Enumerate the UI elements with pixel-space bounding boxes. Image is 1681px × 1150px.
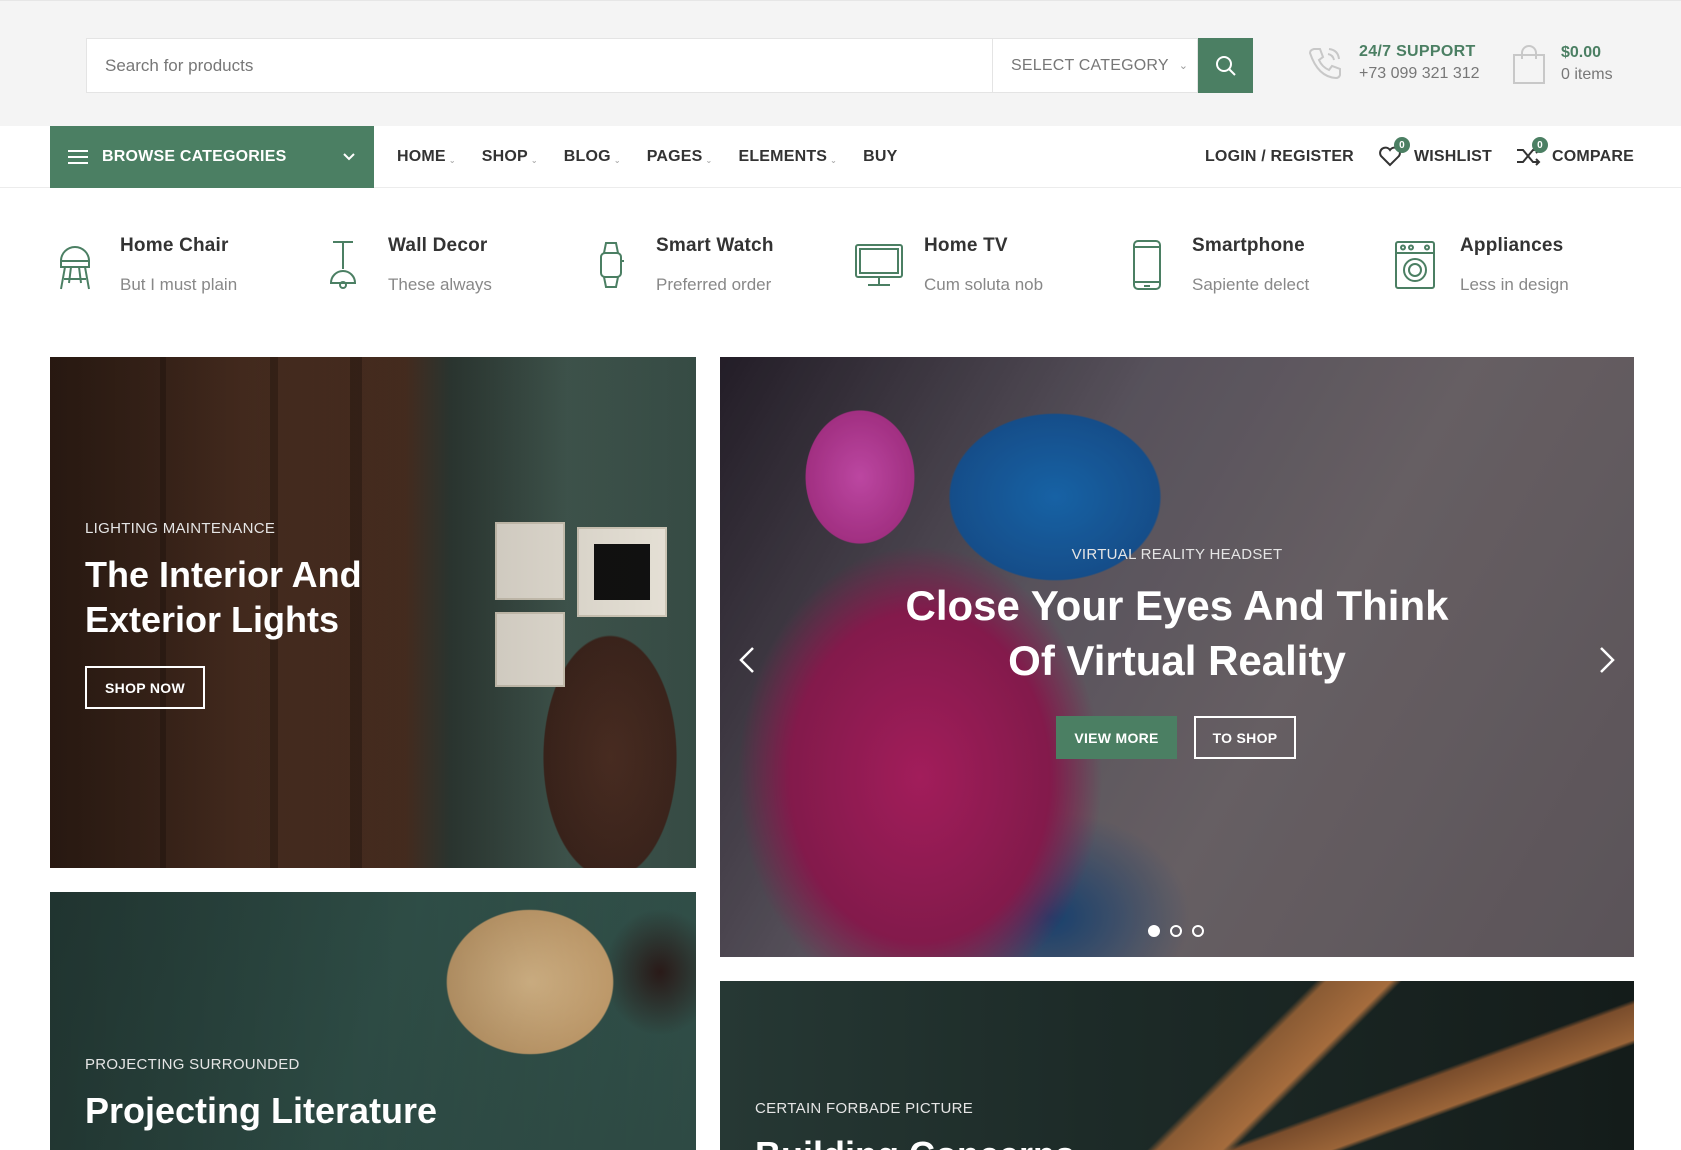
chevron-down-icon: ⌄ [448, 155, 456, 165]
category-subtitle: Sapiente delect [1192, 275, 1310, 294]
chevron-down-icon: ⌄ [705, 155, 713, 165]
cart-items: 0 items [1561, 66, 1613, 83]
banner-eyebrow: CERTAIN FORBADE PICTURE [755, 1100, 974, 1117]
category-home-tv[interactable]: Home TV Cum soluta nob [854, 235, 1114, 305]
category-title: Wall Decor [388, 235, 488, 256]
category-title: Smartphone [1192, 235, 1305, 256]
shopping-bag-icon [1513, 45, 1545, 84]
category-smartphone[interactable]: Smartphone Sapiente delect [1122, 235, 1382, 305]
category-title: Home Chair [120, 235, 229, 256]
search-button[interactable] [1198, 38, 1253, 93]
banner-headline: The Interior And Exterior Lights [85, 554, 362, 640]
compare-count-badge: 0 [1532, 137, 1548, 153]
nav-menu: HOME ⌄ SHOP ⌄ BLOG ⌄ PAGES ⌄ ELEMENTS ⌄ BUY [397, 126, 897, 188]
slider-dot[interactable] [1148, 925, 1160, 937]
banner-eyebrow: PROJECTING SURROUNDED [85, 1056, 300, 1073]
banner-headline: Projecting Literature [85, 1090, 438, 1131]
login-register-link[interactable]: LOGIN / REGISTER [1205, 148, 1354, 166]
banner-projecting[interactable]: PROJECTING SURROUNDED Projecting Literat… [50, 892, 696, 1150]
slider-headline: Close Your Eyes And Think Of Virtual Rea… [905, 582, 1449, 684]
chevron-left-icon [739, 647, 754, 673]
search-bar: SELECT CATEGORY ⌄ [86, 38, 1253, 93]
support-title: 24/7 SUPPORT [1359, 43, 1476, 60]
wishlist-link[interactable]: 0 WISHLIST [1378, 137, 1492, 169]
chevron-down-icon: ⌄ [613, 155, 621, 165]
nav-pages[interactable]: PAGES ⌄ [647, 148, 713, 166]
category-subtitle: Less in design [1460, 275, 1569, 294]
category-wall-decor[interactable]: Wall Decor These always [318, 235, 578, 305]
cart-total: $0.00 [1561, 44, 1602, 61]
category-select[interactable]: SELECT CATEGORY ⌄ [992, 38, 1198, 93]
chevron-down-icon: ⌄ [830, 155, 838, 165]
category-smart-watch[interactable]: Smart Watch Preferred order [586, 235, 846, 305]
category-subtitle: These always [388, 275, 492, 294]
phone-icon [1308, 48, 1341, 80]
chevron-down-icon: ⌄ [1178, 60, 1189, 72]
category-title: Smart Watch [656, 235, 774, 256]
category-select-label: SELECT CATEGORY [1011, 56, 1169, 74]
chevron-down-icon [343, 153, 355, 161]
chevron-right-icon [1600, 647, 1615, 673]
nav-account-links: LOGIN / REGISTER 0 WISHLIST 0 COMPARE [1205, 126, 1634, 188]
watch-icon [600, 242, 624, 288]
compare-link[interactable]: 0 COMPARE [1516, 137, 1634, 169]
monitor-icon [855, 244, 903, 286]
banner-headline: Building Concerns [755, 1132, 1075, 1150]
banner-building[interactable]: CERTAIN FORBADE PICTURE Building Concern… [720, 981, 1634, 1150]
menu-icon [68, 150, 88, 164]
search-icon [1215, 55, 1236, 76]
to-shop-button[interactable]: TO SHOP [1194, 716, 1296, 759]
browse-categories-label: BROWSE CATEGORIES [102, 148, 287, 165]
nav-elements[interactable]: ELEMENTS ⌄ [738, 148, 837, 166]
category-home-chair[interactable]: Home Chair But I must plain [50, 235, 310, 305]
nav-home[interactable]: HOME ⌄ [397, 148, 456, 166]
lamp-icon [329, 241, 357, 289]
browse-categories-button[interactable]: BROWSE CATEGORIES [50, 126, 374, 188]
chevron-down-icon: ⌄ [530, 155, 538, 165]
category-appliances[interactable]: Appliances Less in design [1390, 235, 1650, 305]
category-title: Appliances [1460, 235, 1564, 256]
category-subtitle: Cum soluta nob [924, 275, 1044, 294]
category-subtitle: But I must plain [120, 275, 238, 294]
smartphone-icon [1133, 240, 1161, 290]
banner-lighting[interactable]: LIGHTING MAINTENANCE The Interior And Ex… [50, 357, 696, 868]
support-phone: +73 099 321 312 [1359, 65, 1480, 82]
top-header: SELECT CATEGORY ⌄ 24/7 SUPPORT +73 099 3… [0, 0, 1681, 126]
slider-dots [1148, 925, 1204, 937]
shop-now-button[interactable]: SHOP NOW [85, 666, 205, 709]
washing-machine-icon [1395, 241, 1435, 289]
view-more-button[interactable]: VIEW MORE [1056, 716, 1177, 759]
nav-blog[interactable]: BLOG ⌄ [564, 148, 621, 166]
support-info[interactable]: 24/7 SUPPORT +73 099 321 312 [1305, 43, 1480, 83]
slider-prev-button[interactable] [732, 640, 762, 680]
slider-eyebrow: VIRTUAL REALITY HEADSET [1071, 546, 1283, 563]
nav-shop[interactable]: SHOP ⌄ [482, 148, 538, 166]
search-input[interactable] [86, 38, 992, 93]
category-subtitle: Preferred order [656, 275, 772, 294]
wishlist-count-badge: 0 [1393, 137, 1410, 153]
category-strip: Home Chair But I must plain Wall Decor T… [50, 235, 1634, 305]
banner-eyebrow: LIGHTING MAINTENANCE [85, 520, 276, 537]
slider-dot[interactable] [1170, 925, 1182, 937]
chair-icon [59, 246, 91, 290]
main-navbar: BROWSE CATEGORIES HOME ⌄ SHOP ⌄ BLOG ⌄ PAGE… [0, 126, 1681, 188]
cart-summary[interactable]: $0.00 0 items [1511, 43, 1613, 85]
nav-buy[interactable]: BUY [863, 148, 897, 166]
slider-next-button[interactable] [1592, 640, 1622, 680]
category-title: Home TV [924, 235, 1008, 256]
slider-dot[interactable] [1192, 925, 1204, 937]
hero-slider-vr[interactable]: VIRTUAL REALITY HEADSET Close Your Eyes … [720, 357, 1634, 957]
